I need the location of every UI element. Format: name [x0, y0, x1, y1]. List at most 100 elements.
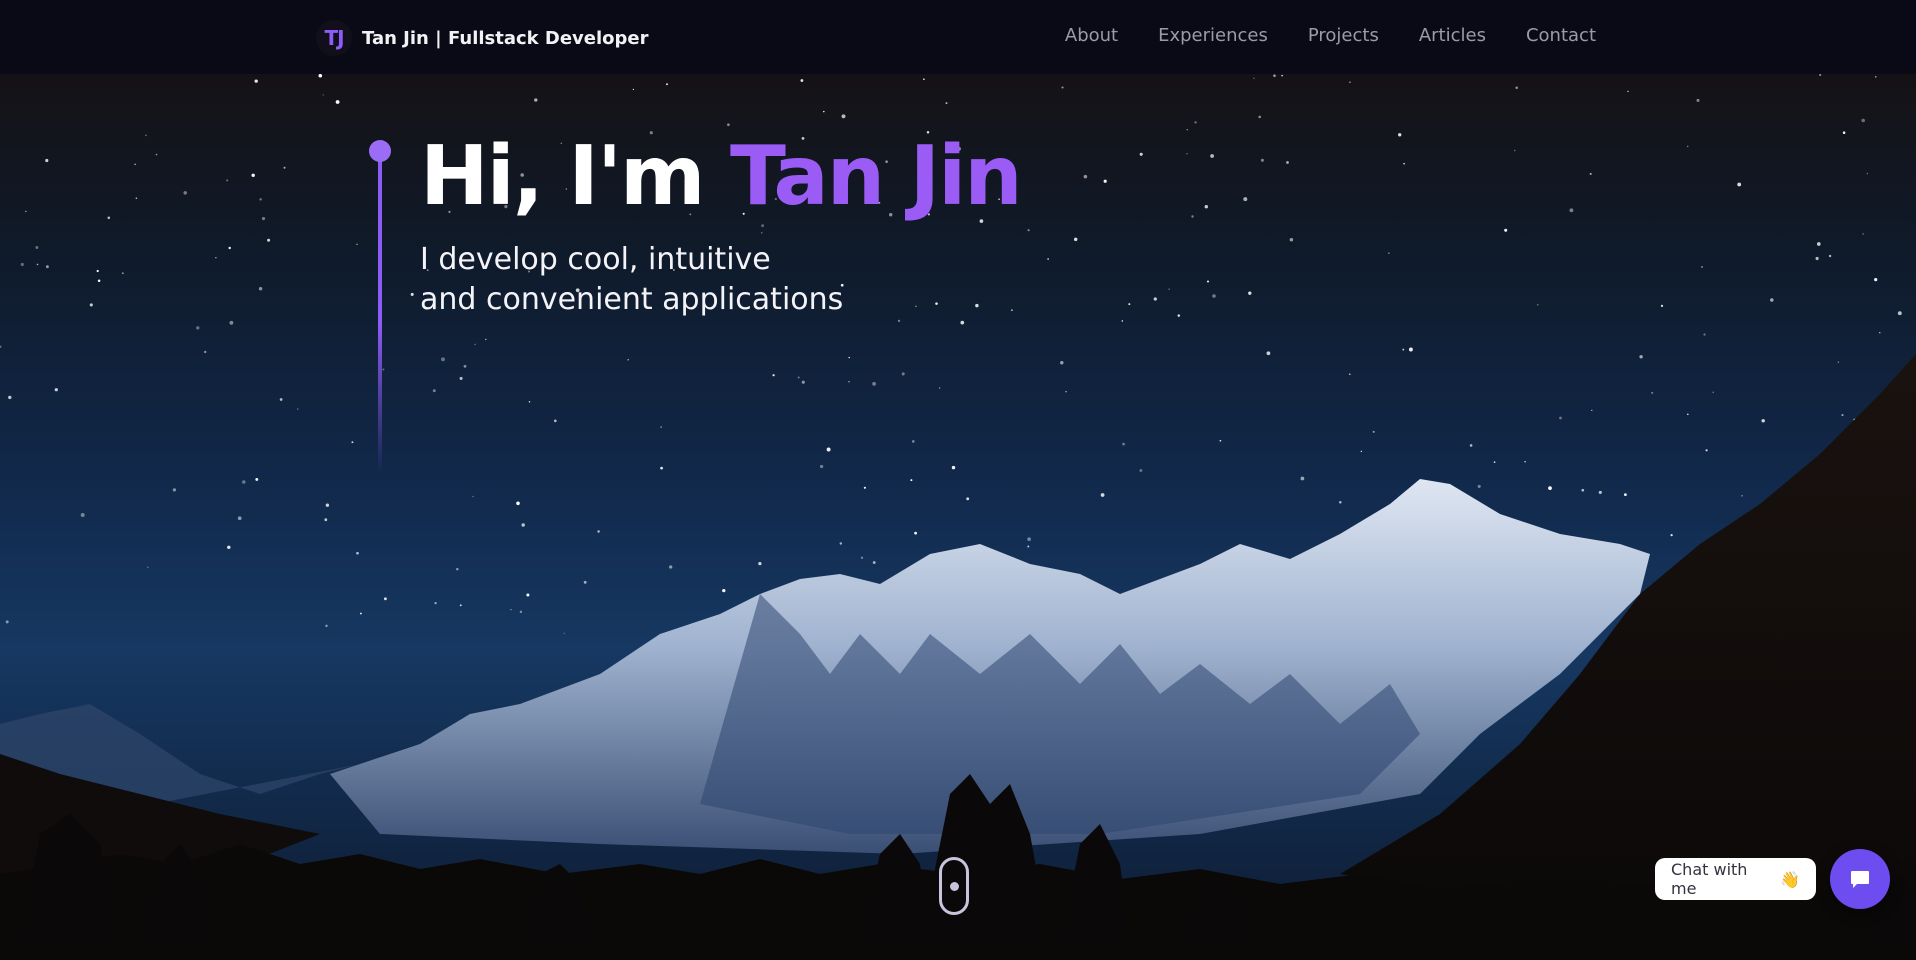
star: [1349, 373, 1351, 376]
nav-experiences[interactable]: Experiences: [1158, 25, 1268, 46]
star: [819, 464, 824, 469]
hero-subtitle-line1: I develop cool, intuitive: [420, 242, 771, 277]
nav-contact[interactable]: Contact: [1526, 25, 1596, 46]
star: [1879, 332, 1881, 334]
star: [1493, 461, 1496, 463]
star: [1862, 233, 1864, 235]
star: [1513, 149, 1516, 152]
star: [1712, 391, 1714, 394]
star: [860, 556, 864, 560]
star: [89, 303, 93, 307]
star: [351, 441, 354, 444]
chat-prompt-bubble[interactable]: Chat with me 👋: [1655, 858, 1816, 900]
star: [660, 426, 662, 428]
star: [1398, 133, 1402, 137]
nav-about[interactable]: About: [1065, 25, 1118, 46]
star: [1651, 391, 1654, 394]
star: [841, 114, 846, 119]
star: [966, 497, 970, 501]
star: [1548, 486, 1552, 490]
star: [80, 513, 85, 517]
star: [474, 343, 476, 346]
star: [1139, 152, 1143, 156]
star: [660, 466, 663, 470]
star: [1027, 537, 1031, 541]
star: [823, 110, 825, 113]
star: [1515, 86, 1518, 89]
star: [1696, 98, 1700, 102]
star: [1897, 311, 1902, 316]
star: [960, 320, 965, 325]
star: [910, 479, 913, 482]
nav-projects[interactable]: Projects: [1308, 25, 1379, 46]
star: [1186, 128, 1188, 131]
star: [1737, 182, 1742, 187]
star: [1591, 409, 1593, 412]
star: [121, 272, 124, 275]
star: [923, 78, 925, 81]
star: [1559, 416, 1562, 420]
star: [196, 326, 200, 330]
star: [107, 216, 111, 220]
star: [1360, 450, 1362, 453]
star: [938, 387, 941, 389]
star: [1686, 145, 1689, 148]
star: [1388, 252, 1390, 254]
star: [1504, 228, 1508, 232]
hero-subtitle-line2: and convenient applications: [420, 282, 844, 317]
star: [318, 74, 323, 78]
star: [1260, 158, 1264, 162]
star: [722, 588, 726, 593]
star: [463, 364, 467, 368]
mouse-scroll-icon[interactable]: [939, 857, 969, 915]
star: [155, 153, 158, 156]
star: [1687, 413, 1689, 416]
star: [597, 530, 600, 533]
star: [1819, 74, 1822, 77]
star: [800, 79, 804, 82]
star: [172, 488, 177, 492]
star: [1289, 237, 1294, 242]
star: [772, 374, 775, 377]
star: [1761, 419, 1765, 423]
star: [279, 398, 283, 401]
star: [1875, 76, 1877, 78]
star: [526, 593, 530, 597]
star: [456, 567, 459, 571]
star: [215, 257, 217, 259]
star: [1842, 131, 1846, 134]
star: [459, 376, 463, 380]
star: [1243, 197, 1248, 202]
star: [1194, 121, 1197, 124]
nav-articles[interactable]: Articles: [1419, 25, 1486, 46]
star: [1828, 254, 1832, 258]
star: [227, 545, 231, 550]
star: [632, 88, 635, 91]
star: [1210, 154, 1214, 158]
star: [1639, 355, 1643, 359]
star: [1815, 256, 1819, 261]
hero-subtitle: I develop cool, intuitive and convenient…: [420, 240, 1120, 320]
star: [134, 163, 136, 166]
star: [1273, 74, 1276, 77]
star: [383, 597, 387, 601]
star: [1061, 86, 1064, 89]
star: [553, 419, 557, 423]
star: [226, 179, 229, 182]
star: [1670, 533, 1673, 537]
star: [1477, 484, 1481, 488]
chat-open-button[interactable]: [1830, 849, 1890, 909]
logo-link[interactable]: TJ Tan Jin | Fullstack Developer: [316, 20, 649, 56]
star: [382, 368, 385, 371]
star: [1206, 280, 1210, 283]
star: [251, 173, 255, 177]
star: [45, 158, 49, 163]
star: [951, 465, 956, 470]
star: [267, 238, 271, 242]
star: [1469, 444, 1473, 447]
star: [1581, 488, 1585, 492]
star: [1212, 294, 1216, 298]
star: [147, 566, 149, 569]
star: [945, 102, 948, 105]
star: [25, 210, 27, 213]
